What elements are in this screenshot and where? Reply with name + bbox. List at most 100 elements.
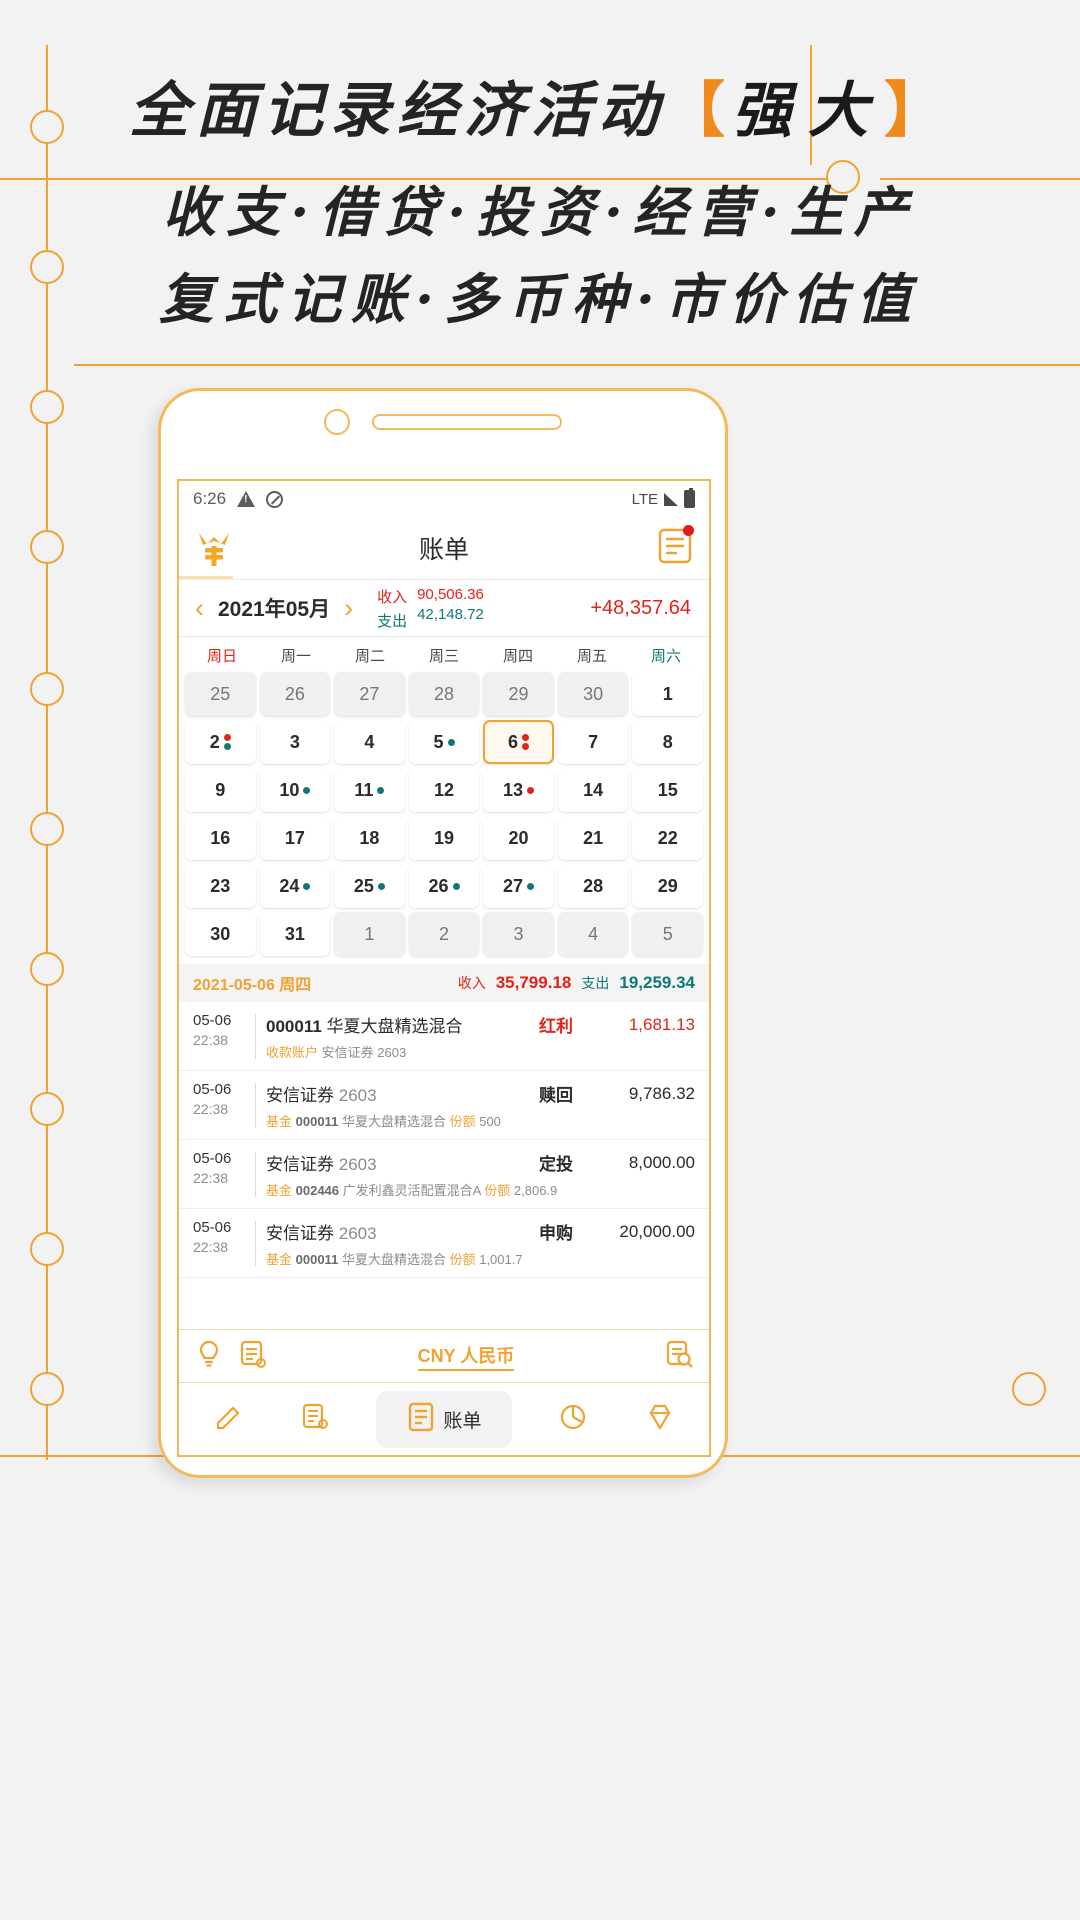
transaction-details: 安信证券 2603 基金 000011 华夏大盘精选混合 份额 500 xyxy=(266,1081,533,1130)
calendar-day-cell[interactable]: 10 xyxy=(259,768,331,812)
calendar-day-cell[interactable]: 26 xyxy=(408,864,480,908)
calendar-day-cell[interactable]: 1 xyxy=(632,672,703,716)
transaction-row[interactable]: 05-06 22:38 安信证券 2603 基金 000011 华夏大盘精选混合 份额… xyxy=(179,1209,709,1278)
calendar-day-cell[interactable]: 24 xyxy=(259,864,331,908)
calendar-day-cell[interactable]: 28 xyxy=(408,672,480,716)
calendar-day-cell[interactable]: 21 xyxy=(557,816,629,860)
calendar-day-cell[interactable]: 16 xyxy=(185,816,256,860)
phone-screen: 6:26 LTE 账单 xyxy=(177,479,711,1457)
calendar-day-cell[interactable]: 15 xyxy=(632,768,703,812)
document-search-icon[interactable] xyxy=(665,1339,693,1374)
calendar-day-cell[interactable]: 5 xyxy=(408,720,480,764)
calendar-day-markers xyxy=(303,786,311,794)
calendar-day-cell[interactable]: 4 xyxy=(557,912,629,956)
transaction-sub-name: 华夏大盘精选混合 xyxy=(341,1252,446,1267)
calendar-day-cell[interactable]: 2 xyxy=(185,720,256,764)
transaction-row[interactable]: 05-06 22:38 安信证券 2603 基金 002446 广发利鑫灵活配置混合A… xyxy=(179,1140,709,1209)
calendar-day-cell[interactable]: 1 xyxy=(334,912,405,956)
calendar-day-cell[interactable]: 9 xyxy=(185,768,256,812)
calendar-day-number: 14 xyxy=(583,779,604,800)
transaction-details: 000011 华夏大盘精选混合 收款账户 安信证券 2603 xyxy=(266,1012,533,1061)
bottom-nav-item-0[interactable] xyxy=(203,1393,253,1446)
calendar-day-cell[interactable]: 7 xyxy=(557,720,629,764)
calendar-day-cell[interactable]: 27 xyxy=(483,864,554,908)
day-summary-bar: 2021-05-06 周四 收入 35,799.18 支出 19,259.34 xyxy=(179,964,709,1002)
calendar-day-number: 24 xyxy=(279,875,300,896)
calendar-day-cell[interactable]: 20 xyxy=(483,816,554,860)
phone-mockup: 6:26 LTE 账单 xyxy=(158,388,728,1478)
calendar-day-cell[interactable]: 19 xyxy=(408,816,480,860)
expense-marker-dot xyxy=(377,882,385,890)
headline-line-1-text: 全面记录经济活动 xyxy=(129,76,665,146)
calendar-day-cell[interactable]: 30 xyxy=(185,912,256,956)
calendar-day-cell[interactable]: 5 xyxy=(632,912,703,956)
calendar-day-cell[interactable]: 17 xyxy=(259,816,331,860)
calendar-day-cell[interactable]: 31 xyxy=(259,912,331,956)
calendar-day-cell[interactable]: 6 xyxy=(483,720,554,764)
transaction-row[interactable]: 05-06 22:38 000011 华夏大盘精选混合 收款账户 安信证券 2603 … xyxy=(179,1002,709,1071)
calendar-day-cell[interactable]: 11 xyxy=(334,768,405,812)
bottom-nav-item-3[interactable] xyxy=(548,1393,598,1446)
bottom-nav-item-4[interactable] xyxy=(635,1393,685,1446)
calendar-day-cell[interactable]: 25 xyxy=(334,864,405,908)
current-month-label[interactable]: 2021年05月 xyxy=(218,593,330,623)
calendar-day-cell[interactable]: 13 xyxy=(483,768,554,812)
calendar-day-cell[interactable]: 22 xyxy=(632,816,703,860)
calendar-day-cell[interactable]: 29 xyxy=(483,672,554,716)
calendar-day-cell[interactable]: 27 xyxy=(334,672,405,716)
calendar-day-number: 2 xyxy=(209,731,220,752)
calendar-day-cell[interactable]: 30 xyxy=(557,672,629,716)
day-income-value: 35,799.18 xyxy=(495,973,572,992)
expense-marker-dot xyxy=(303,786,311,794)
calendar-day-number: 1 xyxy=(662,683,673,704)
calendar-day-cell[interactable]: 8 xyxy=(632,720,703,764)
bottom-nav-item-2[interactable]: 账单 xyxy=(376,1390,512,1448)
month-totals: 收入 支出 90,506.36 42,148.72 xyxy=(377,586,509,631)
calendar-weekday-4: 周四 xyxy=(502,648,533,665)
phone-top-bezel xyxy=(161,391,725,453)
transaction-account-number: 2603 xyxy=(338,1224,377,1243)
expense-marker-dot xyxy=(452,882,460,890)
calendar-day-cell[interactable]: 26 xyxy=(259,672,331,716)
transaction-title: 安信证券 2603 xyxy=(266,1081,533,1106)
note-edit-icon[interactable] xyxy=(239,1339,267,1374)
calendar-day-markers xyxy=(527,786,535,794)
currency-selector[interactable]: CNY 人民币 xyxy=(417,1342,515,1371)
calendar-day-number: 21 xyxy=(583,827,604,848)
frame-circle xyxy=(30,390,64,424)
transaction-sub-code: 002446 xyxy=(295,1183,340,1198)
calendar-day-markers xyxy=(223,734,231,750)
transaction-sub-name: 华夏大盘精选混合 xyxy=(341,1114,446,1129)
calendar-day-cell[interactable]: 18 xyxy=(334,816,405,860)
calendar-day-cell[interactable]: 4 xyxy=(334,720,405,764)
calendar-day-cell[interactable]: 3 xyxy=(259,720,331,764)
calendar-day-number: 27 xyxy=(503,875,524,896)
app-header: 账单 xyxy=(179,517,709,579)
calendar-day-cell[interactable]: 12 xyxy=(408,768,480,812)
calendar-day-markers xyxy=(447,738,455,746)
calendar-day-cell[interactable]: 28 xyxy=(557,864,629,908)
month-income-label: 收入 xyxy=(377,588,408,606)
calendar-day-cell[interactable]: 25 xyxy=(185,672,256,716)
prev-month-button[interactable]: ‹ xyxy=(189,594,210,622)
calendar-weekday-5: 周五 xyxy=(576,648,607,665)
bill-document-icon[interactable] xyxy=(657,524,694,570)
calendar-day-cell[interactable]: 2 xyxy=(408,912,480,956)
transaction-list[interactable]: 05-06 22:38 000011 华夏大盘精选混合 收款账户 安信证券 2603 … xyxy=(179,1002,709,1329)
calendar-day-number: 10 xyxy=(279,779,300,800)
calendar-day-cell[interactable]: 29 xyxy=(632,864,703,908)
lightbulb-icon[interactable] xyxy=(195,1339,223,1374)
next-month-button[interactable]: › xyxy=(338,594,359,622)
calendar-day-cell[interactable]: 23 xyxy=(185,864,256,908)
transaction-fund-code: 000011 xyxy=(266,1017,322,1036)
day-income-label: 收入 xyxy=(457,975,486,991)
calendar-day-cell[interactable]: 14 xyxy=(557,768,629,812)
do-not-disturb-icon xyxy=(266,490,284,508)
bottom-nav-item-1[interactable] xyxy=(290,1393,340,1446)
status-bar-left: 6:26 xyxy=(193,489,284,509)
calendar-day-cell[interactable]: 3 xyxy=(483,912,554,956)
signal-no-service-icon xyxy=(664,492,678,506)
frame-circle xyxy=(1012,1372,1046,1406)
transaction-row[interactable]: 05-06 22:38 安信证券 2603 基金 000011 华夏大盘精选混合 份额… xyxy=(179,1071,709,1140)
status-bar-time: 6:26 xyxy=(193,489,227,508)
